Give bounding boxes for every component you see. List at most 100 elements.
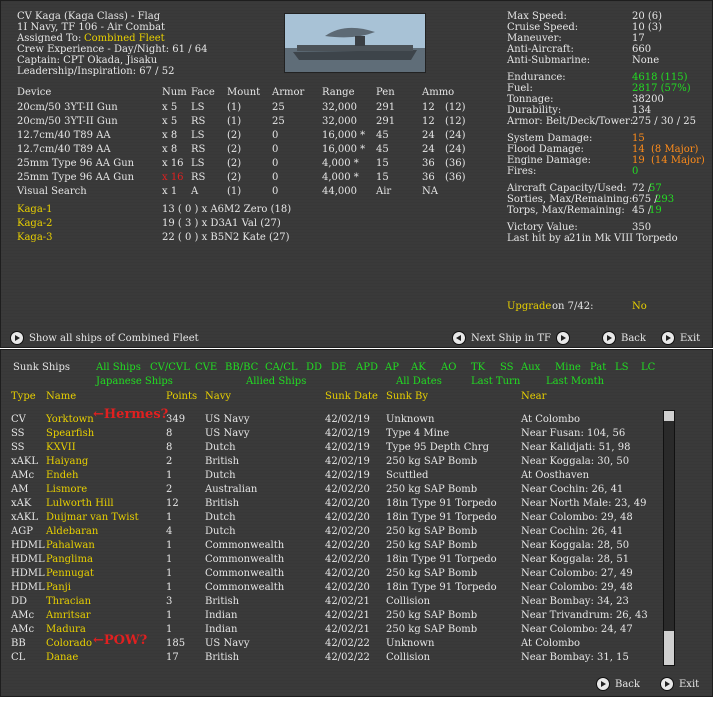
- weapon-device: 12.7cm/40 T89 AA: [17, 130, 111, 141]
- col-header-num: Num: [162, 87, 187, 98]
- table-cell: 42/02/21: [325, 610, 370, 621]
- airgroup-info: 22 ( 0 ) x B5N2 Kate (27): [162, 232, 290, 243]
- back-label: Back: [621, 332, 646, 344]
- filter-tab[interactable]: AK: [411, 362, 426, 373]
- table-cell: Dutch: [205, 526, 236, 537]
- exit-button[interactable]: Exit: [662, 332, 700, 344]
- filter-tab[interactable]: SS: [500, 362, 514, 373]
- table-cell: 2: [166, 484, 173, 495]
- weapon-armor: 0: [272, 130, 279, 141]
- weapon-armor: 0: [272, 144, 279, 155]
- ship-name[interactable]: Duijmar van Twist: [46, 512, 139, 524]
- weapon-mount: (2): [227, 144, 242, 155]
- ship-name[interactable]: Danae: [46, 652, 78, 664]
- scroll-up-icon[interactable]: [664, 411, 674, 421]
- filter-tab[interactable]: CA/CL: [265, 362, 298, 373]
- ship-name[interactable]: Yorktown: [46, 414, 94, 426]
- filter-tab[interactable]: DD: [306, 362, 322, 373]
- filter-tab[interactable]: All Dates: [396, 376, 442, 387]
- ship-name[interactable]: Endeh: [46, 470, 79, 482]
- ship-name[interactable]: Thracian: [46, 596, 91, 608]
- table-cell: 18in Type 91 Torpedo: [386, 554, 497, 565]
- table-cell: SS: [11, 442, 25, 453]
- ship-name[interactable]: Colorado: [46, 638, 92, 650]
- weapon-ammo2: (12): [445, 116, 466, 127]
- scroll-thumb[interactable]: [664, 631, 674, 655]
- filter-tab[interactable]: Last Turn: [471, 376, 520, 387]
- table-cell: AMc: [11, 470, 35, 481]
- ship-name[interactable]: Lismore: [46, 484, 87, 496]
- ship-name[interactable]: Spearfish: [46, 428, 94, 440]
- weapon-device: 20cm/50 3YT-II Gun: [17, 102, 118, 113]
- filter-tab[interactable]: CV/CVL: [150, 362, 190, 373]
- col-header-armor: Armor: [272, 87, 305, 98]
- ship-name[interactable]: Lulworth Hill: [46, 498, 114, 510]
- filter-tab[interactable]: Japanese Ships: [96, 376, 173, 387]
- airgroup-name[interactable]: Kaga-3: [17, 232, 53, 244]
- table-cell: xAK: [11, 498, 32, 509]
- airgroup-name[interactable]: Kaga-2: [17, 218, 53, 230]
- filter-tab[interactable]: Aux: [521, 362, 540, 373]
- filter-tab[interactable]: Mine: [555, 362, 581, 373]
- table-cell: 42/02/22: [325, 652, 370, 663]
- table-cell: 42/02/19: [325, 470, 370, 481]
- sunk-back-button[interactable]: Back: [597, 678, 640, 690]
- ship-name[interactable]: Amritsar: [46, 610, 91, 622]
- weapon-armor: 0: [272, 158, 279, 169]
- ship-name[interactable]: KXVII: [46, 442, 76, 454]
- filter-tab[interactable]: All Ships: [96, 362, 141, 373]
- table-cell: HDML: [11, 554, 45, 565]
- fires-label: Fires:: [507, 166, 537, 177]
- upgrade-value[interactable]: No: [632, 301, 647, 313]
- table-cell: Near Colombo: 24, 47: [521, 624, 633, 635]
- ship-name[interactable]: Panglima: [46, 554, 93, 566]
- table-cell: 42/02/22: [325, 638, 370, 649]
- table-cell: 42/02/20: [325, 526, 370, 537]
- ship-name[interactable]: Aldebaran: [46, 526, 98, 538]
- filter-tab[interactable]: LC: [641, 362, 655, 373]
- table-cell: Near Colombo: 29, 48: [521, 512, 633, 523]
- table-cell: 250 kg SAP Bomb: [386, 568, 478, 579]
- filter-tab[interactable]: LS: [615, 362, 629, 373]
- col-header: Name: [46, 391, 77, 402]
- table-cell: At Oosthaven: [521, 470, 590, 481]
- filter-tab[interactable]: DE: [331, 362, 346, 373]
- table-cell: 250 kg SAP Bomb: [386, 540, 478, 551]
- weapon-mount: (2): [227, 158, 242, 169]
- ship-name[interactable]: Panji: [46, 582, 71, 594]
- filter-tab[interactable]: Pat: [590, 362, 606, 373]
- stat-value: None: [632, 55, 660, 66]
- filter-tab[interactable]: CVE: [195, 362, 217, 373]
- back-button[interactable]: Back: [603, 332, 646, 344]
- filter-tab[interactable]: Last Month: [546, 376, 604, 387]
- ship-name[interactable]: Haiyang: [46, 456, 88, 468]
- table-cell: Near Trivandrum: 26, 43: [521, 610, 648, 621]
- weapon-mount: (1): [227, 102, 242, 113]
- filter-tab[interactable]: BB/BC: [225, 362, 258, 373]
- weapon-face: LS: [191, 158, 205, 169]
- sunk-exit-button[interactable]: Exit: [661, 678, 699, 690]
- table-cell: 42/02/19: [325, 414, 370, 425]
- filter-tab[interactable]: Allied Ships: [246, 376, 306, 387]
- ship-detail-panel: CV Kaga (Kaga Class) - Flag 1I Navy, TF …: [0, 0, 713, 348]
- weapon-range: 16,000 *: [322, 144, 366, 155]
- scroll-down-icon[interactable]: [664, 655, 674, 665]
- airgroup-name[interactable]: Kaga-1: [17, 204, 53, 216]
- ship-name[interactable]: Madura: [46, 624, 86, 636]
- sunk-scrollbar[interactable]: [663, 410, 675, 666]
- filter-tab[interactable]: AP: [385, 362, 399, 373]
- show-all-ships-button[interactable]: Show all ships of Combined Fleet: [11, 332, 199, 344]
- weapon-device: 25mm Type 96 AA Gun: [17, 158, 135, 169]
- airgroup-info: 19 ( 3 ) x D3A1 Val (27): [162, 218, 281, 229]
- ship-name[interactable]: Pennugat: [46, 568, 94, 580]
- filter-tab[interactable]: TK: [471, 362, 485, 373]
- filter-tab[interactable]: AO: [441, 362, 456, 373]
- table-cell: Near Colombo: 27, 49: [521, 568, 633, 579]
- weapon-ammo2: (12): [445, 102, 466, 113]
- ship-name[interactable]: Pahalwan: [46, 540, 95, 552]
- next-ship-button[interactable]: Next Ship in TF: [453, 332, 569, 344]
- filter-tab[interactable]: APD: [356, 362, 378, 373]
- table-cell: CV: [11, 414, 26, 425]
- table-cell: 3: [166, 596, 173, 607]
- table-cell: 4: [166, 526, 173, 537]
